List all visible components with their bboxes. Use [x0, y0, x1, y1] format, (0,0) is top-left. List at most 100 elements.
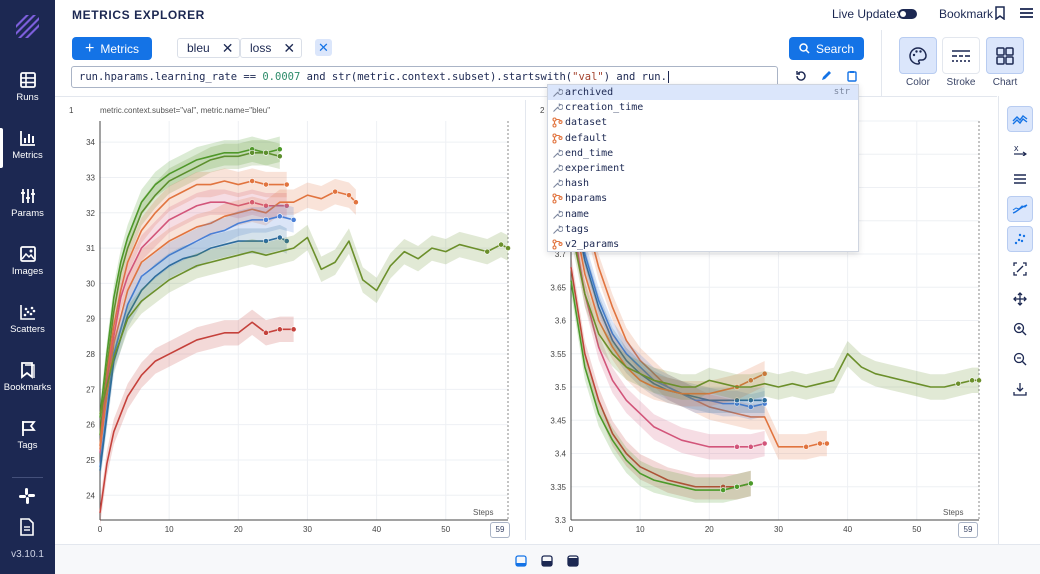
export-button[interactable]: [1007, 376, 1033, 402]
autocomplete-item[interactable]: creation_time: [548, 100, 858, 115]
svg-text:x: x: [1014, 143, 1019, 153]
chart-control-button[interactable]: [986, 37, 1024, 74]
autocomplete-item[interactable]: dataset: [548, 115, 858, 130]
autocomplete-item-label: hash: [565, 178, 590, 190]
series-point: [249, 149, 256, 156]
x-tick-label: 0: [569, 525, 574, 534]
sidebar-item-images[interactable]: Images: [0, 238, 55, 290]
autocomplete-item[interactable]: hash: [548, 176, 858, 191]
series-point: [263, 216, 269, 223]
y-tick-label: 3.45: [550, 416, 566, 425]
live-update-toggle[interactable]: [898, 9, 917, 19]
x-tick-label: 30: [303, 525, 312, 534]
move-icon: [1013, 292, 1027, 306]
series-point: [976, 377, 982, 384]
params-icon: [20, 189, 35, 203]
step-value-box[interactable]: 59: [958, 522, 978, 538]
panel-full-icon[interactable]: [567, 555, 579, 567]
x-axis-icon: x: [1014, 143, 1027, 156]
zoom-out-icon: [1013, 352, 1027, 366]
series-point: [747, 480, 754, 487]
series-confidence-band: [100, 309, 294, 526]
sidebar-item-runs[interactable]: Runs: [0, 64, 55, 116]
color-control-button[interactable]: [899, 37, 937, 74]
tags-icon: [21, 421, 36, 436]
search-button[interactable]: Search: [789, 37, 864, 60]
header: METRICS EXPLORER Live Update: Bookmark: [55, 0, 1040, 28]
plus-icon: +: [84, 39, 95, 57]
add-metrics-label: Metrics: [100, 41, 139, 56]
aggregate-button[interactable]: [1007, 106, 1033, 132]
highlight-mode-button[interactable]: [1007, 226, 1033, 252]
sidebar-item-metrics[interactable]: Metrics: [0, 122, 55, 174]
ignore-outliers-button[interactable]: [1007, 166, 1033, 192]
autocomplete-item[interactable]: tags: [548, 222, 858, 237]
autocomplete-item-label: name: [565, 208, 590, 220]
query-operator: ==: [243, 71, 257, 83]
x-axis-button[interactable]: x: [1007, 136, 1033, 162]
zoom-out-button[interactable]: [1007, 346, 1033, 372]
zoom-in-button[interactable]: [1007, 316, 1033, 342]
y-tick-label: 32: [86, 209, 95, 218]
autocomplete-item[interactable]: end_time: [548, 146, 858, 161]
docs-icon[interactable]: [19, 518, 35, 536]
menu-icon[interactable]: [1020, 7, 1033, 19]
chart-panel-bleu[interactable]: 1 metric.context.subset="val", metric.na…: [55, 97, 526, 545]
step-value-box[interactable]: 59: [490, 522, 510, 538]
stroke-control-button[interactable]: [942, 37, 980, 74]
series-point: [734, 483, 740, 490]
branch-icon: [552, 133, 563, 144]
wrench-icon: [553, 164, 563, 173]
aggregate-icon: [1012, 115, 1028, 125]
slack-icon[interactable]: [18, 487, 36, 505]
sidebar-item-params[interactable]: Params: [0, 180, 55, 232]
query-autocomplete-dropdown: archived str creation_time dataset default en…: [547, 84, 859, 252]
aim-logo-icon[interactable]: [12, 11, 42, 41]
autocomplete-item[interactable]: v2_params: [548, 237, 858, 252]
autocomplete-item[interactable]: name: [548, 207, 858, 222]
panel-half-icon[interactable]: [541, 555, 553, 567]
sidebar-item-scatters[interactable]: Scatters: [0, 296, 55, 348]
close-icon[interactable]: ✕: [283, 41, 295, 55]
images-icon: [19, 246, 36, 262]
autocomplete-item-label: hparams: [565, 193, 608, 205]
bookmark-button[interactable]: Bookmark: [939, 7, 993, 21]
scatters-icon: [19, 305, 35, 320]
autocomplete-item[interactable]: hparams: [548, 191, 858, 206]
stroke-style-icon: [952, 49, 970, 62]
edit-icon[interactable]: [820, 70, 832, 82]
clear-chips-button[interactable]: ✕: [315, 39, 332, 56]
smoothing-button[interactable]: [1007, 196, 1033, 222]
wrench-icon: [553, 225, 563, 234]
y-tick-label: 3.65: [550, 283, 566, 292]
autocomplete-item[interactable]: default: [548, 131, 858, 146]
chart-divider: [525, 100, 526, 540]
query-string: "val": [572, 71, 604, 83]
close-icon[interactable]: ✕: [222, 41, 234, 55]
autocomplete-item[interactable]: archived str: [548, 85, 858, 101]
move-button[interactable]: [1007, 286, 1033, 312]
smoothing-icon: [1012, 204, 1028, 214]
series-point: [720, 487, 727, 493]
version-label: v3.10.1: [11, 549, 44, 560]
sidebar-item-label: Images: [11, 266, 44, 277]
reset-icon[interactable]: [795, 70, 807, 82]
x-tick-label: 50: [441, 525, 450, 534]
x-tick-label: 0: [98, 525, 103, 534]
x-axis-label: Steps: [473, 508, 494, 517]
y-tick-label: 30: [86, 279, 95, 288]
sidebar-item-tags[interactable]: Tags: [0, 412, 55, 464]
sidebar-item-bookmarks[interactable]: Bookmarks: [0, 354, 55, 406]
copy-icon[interactable]: [846, 70, 858, 82]
add-metrics-button[interactable]: + Metrics: [72, 37, 152, 60]
bleu-line-chart[interactable]: 24 25 26 27 28 29 30 31 32 33 34 0 10 20 30 40 50: [55, 97, 526, 545]
series-point: [955, 380, 962, 387]
y-tick-label: 34: [86, 138, 95, 147]
series-point: [352, 199, 359, 206]
bookmark-icon[interactable]: [994, 6, 1006, 20]
zoom-in-area-button[interactable]: [1007, 256, 1033, 282]
autocomplete-item[interactable]: experiment: [548, 161, 858, 176]
panel-collapsed-icon[interactable]: [515, 555, 527, 567]
y-tick-label: 3.55: [550, 350, 566, 359]
sidebar-item-label: Tags: [17, 440, 38, 451]
